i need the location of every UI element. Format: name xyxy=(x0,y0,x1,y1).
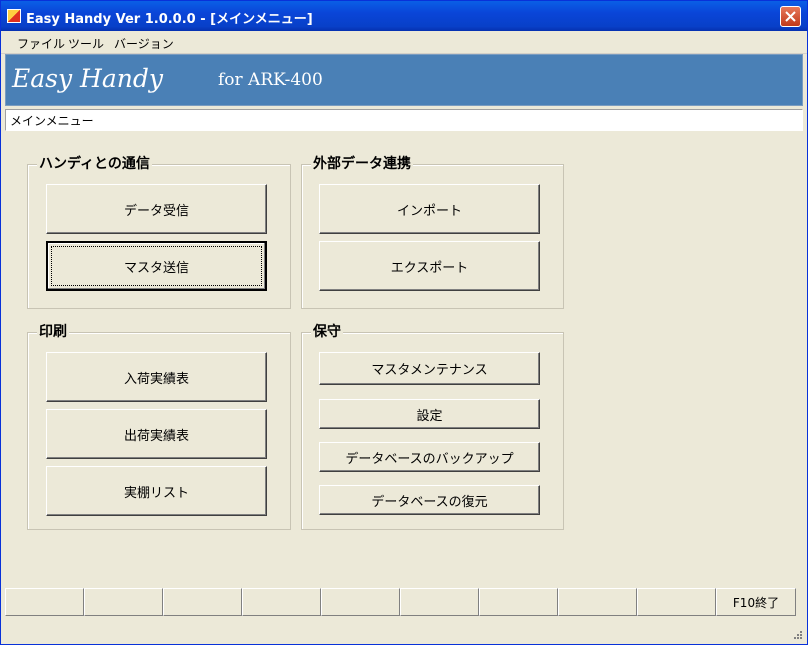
send-master-button[interactable]: マスタ送信 xyxy=(46,241,267,291)
receipt-report-button[interactable]: 入荷実績表 xyxy=(46,352,267,402)
function-key-slot[interactable] xyxy=(637,588,716,616)
function-key-slot[interactable] xyxy=(321,588,400,616)
menu-tools[interactable]: ツール xyxy=(68,35,104,52)
function-key-slot[interactable] xyxy=(163,588,242,616)
shipment-report-button[interactable]: 出荷実績表 xyxy=(46,409,267,459)
database-restore-button[interactable]: データベースの復元 xyxy=(319,485,540,515)
database-backup-button[interactable]: データベースのバックアップ xyxy=(319,442,540,472)
menu-file[interactable]: ファイル xyxy=(17,35,65,52)
settings-button[interactable]: 設定 xyxy=(319,399,540,429)
function-key-slot[interactable] xyxy=(400,588,479,616)
resize-grip-icon[interactable] xyxy=(793,630,803,640)
model-label: for ARK-400 xyxy=(218,70,323,90)
menu-version[interactable]: バージョン xyxy=(114,35,174,52)
app-icon[interactable] xyxy=(7,9,21,23)
group-label-maintenance: 保守 xyxy=(311,324,343,340)
title-bar[interactable]: Easy Handy Ver 1.0.0.0 - [メインメニュー] xyxy=(1,1,807,31)
function-key-slot[interactable] xyxy=(558,588,637,616)
group-label-print: 印刷 xyxy=(37,324,69,340)
banner: Easy Handy for ARK-400 xyxy=(5,54,803,106)
function-key-slot[interactable] xyxy=(242,588,321,616)
function-key-slot[interactable] xyxy=(479,588,558,616)
master-maintenance-button[interactable]: マスタメンテナンス xyxy=(319,352,540,385)
screen-title: メインメニュー xyxy=(5,109,803,131)
close-icon xyxy=(785,11,796,22)
group-label-external: 外部データ連携 xyxy=(311,156,413,172)
f10-exit-button[interactable]: F10終了 xyxy=(716,588,796,616)
stocktake-list-button[interactable]: 実棚リスト xyxy=(46,466,267,516)
receive-data-button[interactable]: データ受信 xyxy=(46,184,267,234)
menu-bar: ファイル ツール バージョン xyxy=(1,31,807,54)
export-button[interactable]: エクスポート xyxy=(319,241,540,291)
close-button[interactable] xyxy=(780,6,801,27)
import-button[interactable]: インポート xyxy=(319,184,540,234)
function-key-slot[interactable] xyxy=(5,588,84,616)
function-key-bar: F10終了 xyxy=(5,588,805,618)
brand-logo: Easy Handy xyxy=(12,64,163,93)
group-label-handy: ハンディとの通信 xyxy=(37,156,152,172)
window-title: Easy Handy Ver 1.0.0.0 - [メインメニュー] xyxy=(26,12,313,27)
function-key-slot[interactable] xyxy=(84,588,163,616)
app-window: Easy Handy Ver 1.0.0.0 - [メインメニュー] ファイル … xyxy=(0,0,808,645)
